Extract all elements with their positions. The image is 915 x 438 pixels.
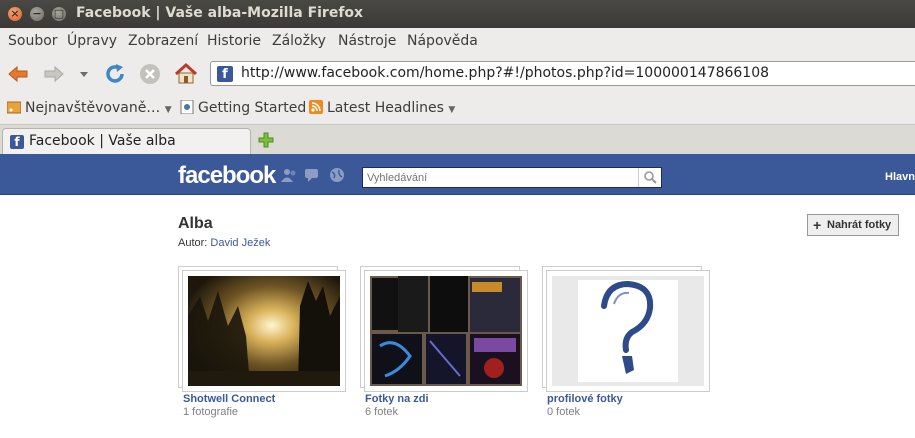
window-close-button[interactable]: × (8, 7, 22, 21)
search-icon[interactable] (638, 168, 661, 187)
forward-arrow-icon[interactable] (42, 62, 66, 86)
menu-historie[interactable]: Historie (207, 33, 261, 49)
messages-icon[interactable] (305, 168, 321, 182)
menu-zobrazeni[interactable]: Zobrazení (128, 33, 198, 49)
rss-folder-icon (7, 101, 21, 114)
url-text[interactable]: http://www.facebook.com/home.php?#!/phot… (241, 65, 769, 81)
album-card[interactable]: Shotwell Connect 1 fotografie (178, 266, 348, 418)
window-title: Facebook | Vaše alba-Mozilla Firefox (76, 5, 364, 21)
album-name[interactable]: profilové fotky (547, 393, 623, 405)
album-name[interactable]: Shotwell Connect (183, 393, 275, 405)
facebook-search-box (362, 167, 662, 188)
bookmark-latest-headlines[interactable]: Latest Headlines ▼ (309, 100, 455, 116)
menu-zalozky[interactable]: Záložky (272, 33, 326, 49)
page-icon (180, 100, 194, 114)
chevron-down-icon: ▼ (164, 105, 172, 115)
stop-icon[interactable] (138, 62, 162, 86)
bookmarks-toolbar: Nejnavštěvovaně… ▼ Getting Started Lates… (0, 94, 915, 124)
album-photo-count: 1 fotografie (183, 406, 239, 418)
bookmark-getting-started[interactable]: Getting Started (180, 100, 306, 116)
rss-icon (309, 100, 323, 114)
album-cover-frame[interactable] (546, 270, 710, 392)
new-tab-plus-icon[interactable] (258, 132, 274, 148)
bookmark-label: Latest Headlines (327, 100, 444, 116)
author-link[interactable]: David Ježek (210, 237, 270, 249)
bookmark-label: Nejnavštěvovaně… (25, 100, 161, 116)
album-cover-frame[interactable] (364, 270, 528, 392)
question-mark-placeholder-icon[interactable] (552, 276, 704, 386)
album-card[interactable]: profilové fotky 0 fotek (542, 266, 712, 418)
bookmark-label: Getting Started (198, 100, 307, 116)
tab-facebook[interactable]: f Facebook | Vaše alba (2, 128, 251, 155)
album-cover-frame[interactable] (182, 270, 346, 392)
search-input[interactable] (367, 170, 635, 185)
history-dropdown-icon[interactable] (78, 62, 90, 86)
url-bar[interactable]: f http://www.facebook.com/home.php?#!/ph… (210, 61, 915, 86)
bookmark-most-visited[interactable]: Nejnavštěvovaně… ▼ (7, 100, 172, 116)
albums-page: Alba Autor: David Ježek + Nahrát fotky S… (0, 195, 915, 438)
album-cover-image[interactable] (370, 276, 522, 386)
notifications-globe-icon[interactable] (329, 168, 345, 182)
plus-icon: + (813, 217, 822, 233)
home-icon[interactable] (174, 62, 198, 86)
window-titlebar: × − □ Facebook | Vaše alba-Mozilla Firef… (0, 0, 915, 28)
friend-requests-icon[interactable] (281, 168, 297, 182)
author-prefix: Autor: (178, 237, 208, 249)
album-card[interactable]: Fotky na zdi 6 fotek (360, 266, 530, 418)
album-name[interactable]: Fotky na zdi (365, 393, 429, 405)
reload-icon[interactable] (103, 62, 127, 86)
menu-nastroje[interactable]: Nástroje (338, 33, 396, 49)
menu-soubor[interactable]: Soubor (8, 33, 58, 49)
facebook-favicon-icon: f (217, 66, 233, 82)
menu-napoveda[interactable]: Nápověda (407, 33, 478, 49)
album-photo-count: 0 fotek (547, 406, 581, 418)
menu-upravy[interactable]: Úpravy (67, 33, 117, 49)
album-author: Autor: David Ježek (178, 237, 270, 249)
window-minimize-button[interactable]: − (30, 7, 44, 21)
window-maximize-button[interactable]: □ (52, 7, 66, 21)
upload-photos-button[interactable]: + Nahrát fotky (807, 214, 899, 236)
album-cover-image[interactable] (188, 276, 340, 386)
tab-bar: f Facebook | Vaše alba (0, 124, 915, 155)
chevron-down-icon: ▼ (448, 105, 456, 115)
menu-bar: Soubor Úpravy Zobrazení Historie Záložky… (0, 28, 915, 54)
page-title: Alba (178, 215, 213, 232)
facebook-favicon-icon: f (10, 135, 24, 149)
facebook-header: facebook Hlavn (0, 154, 915, 195)
tab-label: Facebook | Vaše alba (29, 133, 176, 149)
album-photo-count: 6 fotek (365, 406, 399, 418)
facebook-logo[interactable]: facebook (178, 162, 276, 190)
upload-photos-label: Nahrát fotky (827, 219, 892, 231)
back-arrow-icon[interactable] (6, 62, 30, 86)
home-link[interactable]: Hlavn (885, 171, 915, 183)
